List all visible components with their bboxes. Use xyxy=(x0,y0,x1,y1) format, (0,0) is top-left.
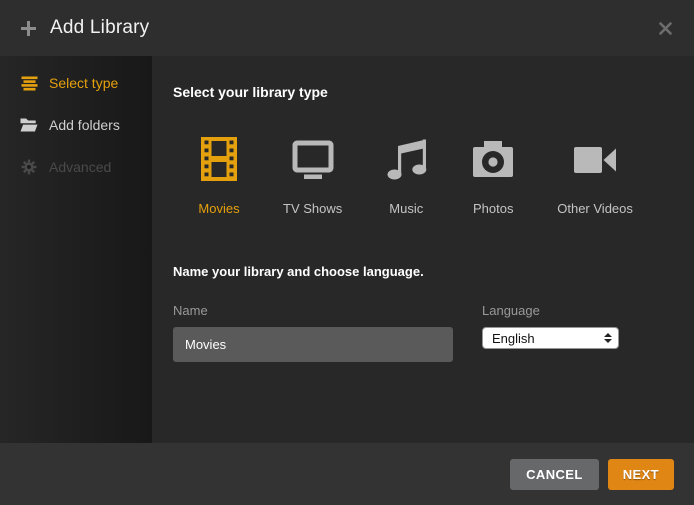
library-type-label: TV Shows xyxy=(283,201,342,216)
library-type-label: Music xyxy=(389,201,423,216)
dialog-titlebar: Add Library xyxy=(0,0,694,56)
wizard-steps-sidebar: Select type Add folders xyxy=(0,56,152,443)
sidebar-item-advanced[interactable]: Advanced xyxy=(0,146,152,188)
close-icon[interactable] xyxy=(659,22,672,35)
next-button[interactable]: NEXT xyxy=(608,459,674,490)
library-type-music[interactable]: Music xyxy=(383,136,429,216)
library-type-movies[interactable]: Movies xyxy=(196,136,242,216)
sidebar-item-label: Add folders xyxy=(49,117,120,133)
camera-icon xyxy=(470,136,516,187)
library-type-photos[interactable]: Photos xyxy=(470,136,516,216)
dialog-title: Add Library xyxy=(50,17,149,39)
library-type-label: Movies xyxy=(198,201,239,216)
library-type-label: Other Videos xyxy=(557,201,633,216)
plus-icon xyxy=(20,20,37,37)
tv-icon xyxy=(290,136,336,187)
dialog-body: Select type Add folders xyxy=(0,56,694,443)
sidebar-item-select-type[interactable]: Select type xyxy=(0,62,152,104)
language-field-label: Language xyxy=(482,303,619,318)
name-section-title: Name your library and choose language. xyxy=(173,264,694,279)
language-select-value: English xyxy=(492,331,604,346)
name-language-form: Name Language English xyxy=(173,303,694,362)
dialog-footer: CANCEL NEXT xyxy=(0,443,694,505)
sidebar-item-label: Select type xyxy=(49,75,118,91)
music-note-icon xyxy=(383,136,429,187)
library-name-input[interactable] xyxy=(173,327,453,362)
sidebar-item-label: Advanced xyxy=(49,159,111,175)
library-type-tv-shows[interactable]: TV Shows xyxy=(283,136,342,216)
library-type-label: Photos xyxy=(473,201,513,216)
name-field-label: Name xyxy=(173,303,453,318)
folder-icon xyxy=(20,118,38,132)
film-icon xyxy=(196,136,242,187)
select-type-icon xyxy=(20,76,38,91)
cancel-button[interactable]: CANCEL xyxy=(510,459,599,490)
library-type-row: Movies TV Shows xyxy=(196,136,694,216)
add-library-dialog: Add Library Select type xyxy=(0,0,694,505)
language-select[interactable]: English xyxy=(482,327,619,349)
library-type-other-videos[interactable]: Other Videos xyxy=(557,136,633,216)
select-type-panel: Select your library type xyxy=(152,56,694,443)
sidebar-item-add-folders[interactable]: Add folders xyxy=(0,104,152,146)
select-arrows-icon xyxy=(604,333,612,343)
video-camera-icon xyxy=(572,136,618,187)
gear-icon xyxy=(20,159,38,175)
section-title: Select your library type xyxy=(173,84,694,100)
